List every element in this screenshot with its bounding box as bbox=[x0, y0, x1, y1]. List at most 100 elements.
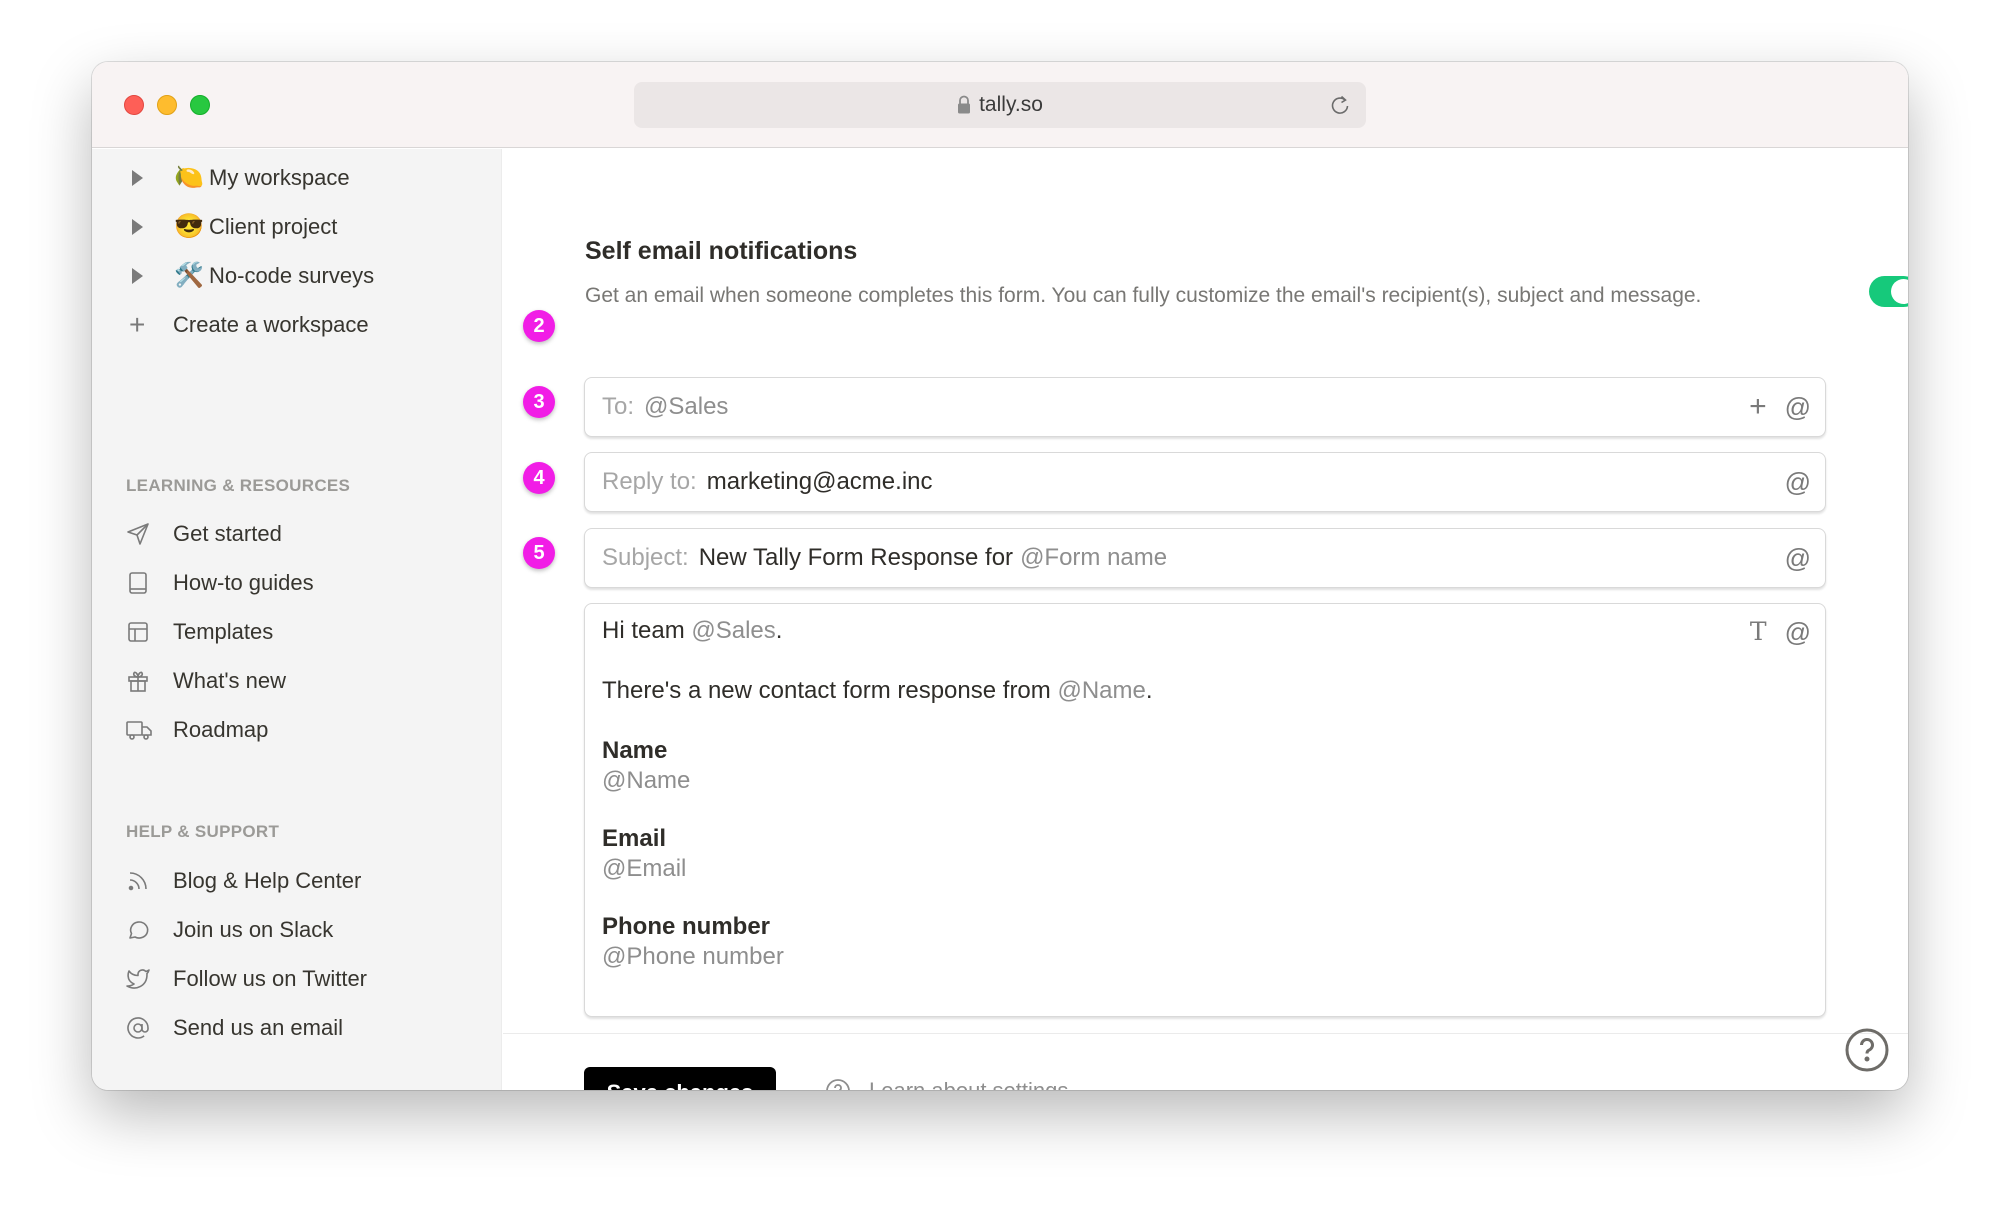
sidebar: 🍋 My workspace 😎 Client project 🛠️ No-co… bbox=[92, 149, 502, 1090]
subject-label: Subject: bbox=[602, 544, 689, 571]
lemon-emoji-icon: 🍋 bbox=[174, 164, 204, 191]
question-circle-icon bbox=[825, 1078, 851, 1090]
save-changes-button[interactable]: Save changes bbox=[584, 1067, 776, 1090]
twitter-icon bbox=[126, 967, 150, 991]
sidebar-item-label: Send us an email bbox=[173, 1015, 343, 1040]
url-text: tally.so bbox=[979, 93, 1043, 116]
step-badge-4: 4 bbox=[523, 462, 555, 494]
field-mention-email: @Email bbox=[602, 855, 687, 882]
tools-emoji-icon: 🛠️ bbox=[174, 262, 204, 289]
expand-caret-icon[interactable] bbox=[132, 268, 143, 284]
maximize-window-button[interactable] bbox=[190, 95, 210, 115]
at-sign-icon[interactable]: @ bbox=[1785, 544, 1811, 572]
reply-to-label: Reply to: bbox=[602, 468, 697, 495]
sidebar-item-label: Blog & Help Center bbox=[173, 868, 362, 893]
sidebar-item-get-started[interactable]: Get started bbox=[92, 512, 502, 556]
reply-to-field[interactable]: Reply to: marketing@acme.inc @ bbox=[584, 452, 1826, 512]
title-bar: tally.so bbox=[92, 62, 1908, 148]
plus-icon[interactable]: + bbox=[1749, 392, 1767, 422]
send-icon bbox=[126, 522, 150, 546]
browser-window: tally.so 🍋 My workspace 😎 Client project… bbox=[92, 62, 1908, 1090]
at-sign-icon bbox=[126, 1016, 150, 1040]
reply-to-value: marketing@acme.inc bbox=[706, 468, 933, 495]
body-greeting-line: Hi team @Sales. bbox=[602, 616, 1808, 646]
sidebar-item-roadmap[interactable]: Roadmap bbox=[92, 708, 502, 752]
sidebar-item-templates[interactable]: Templates bbox=[92, 610, 502, 654]
chat-bubble-icon bbox=[126, 918, 150, 942]
sidebar-item-label: Templates bbox=[173, 619, 274, 644]
at-sign-icon[interactable]: @ bbox=[1785, 618, 1811, 646]
sidebar-item-label: Join us on Slack bbox=[173, 917, 334, 942]
sidebar-item-how-to-guides[interactable]: How-to guides bbox=[92, 561, 502, 605]
subject-field[interactable]: Subject: New Tally Form Response for @Fo… bbox=[584, 528, 1826, 588]
field-label-email: Email bbox=[602, 825, 667, 852]
sidebar-item-label: My workspace bbox=[209, 165, 350, 190]
field-label-name: Name bbox=[602, 737, 668, 764]
minimize-window-button[interactable] bbox=[157, 95, 177, 115]
step-badge-2: 2 bbox=[523, 310, 555, 342]
sidebar-item-join-slack[interactable]: Join us on Slack bbox=[92, 908, 502, 952]
help-button[interactable] bbox=[1844, 1027, 1890, 1073]
to-label: To: bbox=[602, 393, 635, 420]
field-mention-phone: @Phone number bbox=[602, 943, 784, 970]
sunglasses-emoji-icon: 😎 bbox=[174, 213, 204, 240]
subject-mention: @Form name bbox=[1020, 544, 1168, 571]
expand-caret-icon[interactable] bbox=[132, 219, 143, 235]
plus-icon: + bbox=[129, 309, 146, 340]
section-header-help: HELP & SUPPORT bbox=[126, 822, 280, 841]
sidebar-item-label: Roadmap bbox=[173, 717, 269, 742]
page-title: Self email notifications bbox=[585, 237, 858, 265]
sidebar-workspace-no-code-surveys[interactable]: 🛠️ No-code surveys bbox=[92, 254, 502, 298]
expand-caret-icon[interactable] bbox=[132, 170, 143, 186]
gift-icon bbox=[126, 669, 150, 693]
greeting-text: Hi team bbox=[602, 617, 685, 644]
sidebar-item-label: Get started bbox=[173, 521, 282, 546]
learn-about-settings-link[interactable]: Learn about settings bbox=[825, 1078, 1068, 1090]
rss-icon bbox=[126, 869, 150, 893]
learn-label: Learn about settings bbox=[869, 1078, 1068, 1090]
at-sign-icon[interactable]: @ bbox=[1785, 468, 1811, 496]
sidebar-workspace-client-project[interactable]: 😎 Client project bbox=[92, 205, 502, 249]
book-icon bbox=[126, 571, 150, 595]
field-label-phone: Phone number bbox=[602, 913, 771, 940]
reload-icon[interactable] bbox=[1328, 93, 1352, 117]
text-format-icon[interactable]: T bbox=[1750, 618, 1767, 646]
sidebar-item-label: What's new bbox=[173, 668, 287, 693]
section-header-learning: LEARNING & RESOURCES bbox=[126, 476, 351, 495]
sidebar-item-label: How-to guides bbox=[173, 570, 314, 595]
greeting-punct: . bbox=[775, 617, 783, 644]
intro-text: There's a new contact form response from bbox=[602, 677, 1051, 704]
sidebar-item-whats-new[interactable]: What's new bbox=[92, 659, 502, 703]
intro-punct: . bbox=[1145, 677, 1153, 704]
address-bar[interactable]: tally.so bbox=[634, 82, 1366, 128]
subject-value: New Tally Form Response for bbox=[698, 544, 1014, 571]
footer-divider bbox=[503, 1033, 1908, 1034]
sidebar-item-label: Client project bbox=[209, 214, 338, 239]
sidebar-item-follow-twitter[interactable]: Follow us on Twitter bbox=[92, 957, 502, 1001]
truck-icon bbox=[126, 718, 152, 742]
layout-icon bbox=[126, 620, 150, 644]
at-sign-icon[interactable]: @ bbox=[1785, 393, 1811, 421]
close-window-button[interactable] bbox=[124, 95, 144, 115]
step-badge-3: 3 bbox=[523, 386, 555, 418]
email-body-editor[interactable]: T @ Hi team @Sales. There's a new contac… bbox=[584, 603, 1826, 1017]
step-badge-5: 5 bbox=[523, 537, 555, 569]
to-mention: @Sales bbox=[644, 393, 729, 420]
sidebar-workspace-my-workspace[interactable]: 🍋 My workspace bbox=[92, 156, 502, 200]
sidebar-item-label: Create a workspace bbox=[173, 312, 369, 337]
greeting-mention: @Sales bbox=[691, 617, 776, 644]
lock-icon bbox=[957, 95, 971, 115]
settings-panel: Self email notifications Get an email wh… bbox=[503, 149, 1908, 1090]
sidebar-item-blog-help-center[interactable]: Blog & Help Center bbox=[92, 859, 502, 903]
body-intro-line: There's a new contact form response from… bbox=[602, 676, 1808, 706]
sidebar-item-send-email[interactable]: Send us an email bbox=[92, 1006, 502, 1050]
section-description: Get an email when someone completes this… bbox=[585, 284, 1702, 307]
sidebar-item-label: Follow us on Twitter bbox=[173, 966, 368, 991]
to-field[interactable]: To: @Sales + @ bbox=[584, 377, 1826, 437]
email-notifications-toggle[interactable] bbox=[1869, 276, 1908, 307]
toggle-knob bbox=[1891, 279, 1908, 304]
sidebar-item-label: No-code surveys bbox=[209, 263, 375, 288]
field-mention-name: @Name bbox=[602, 767, 691, 794]
create-workspace-button[interactable]: + Create a workspace bbox=[92, 303, 502, 347]
intro-mention: @Name bbox=[1057, 677, 1146, 704]
